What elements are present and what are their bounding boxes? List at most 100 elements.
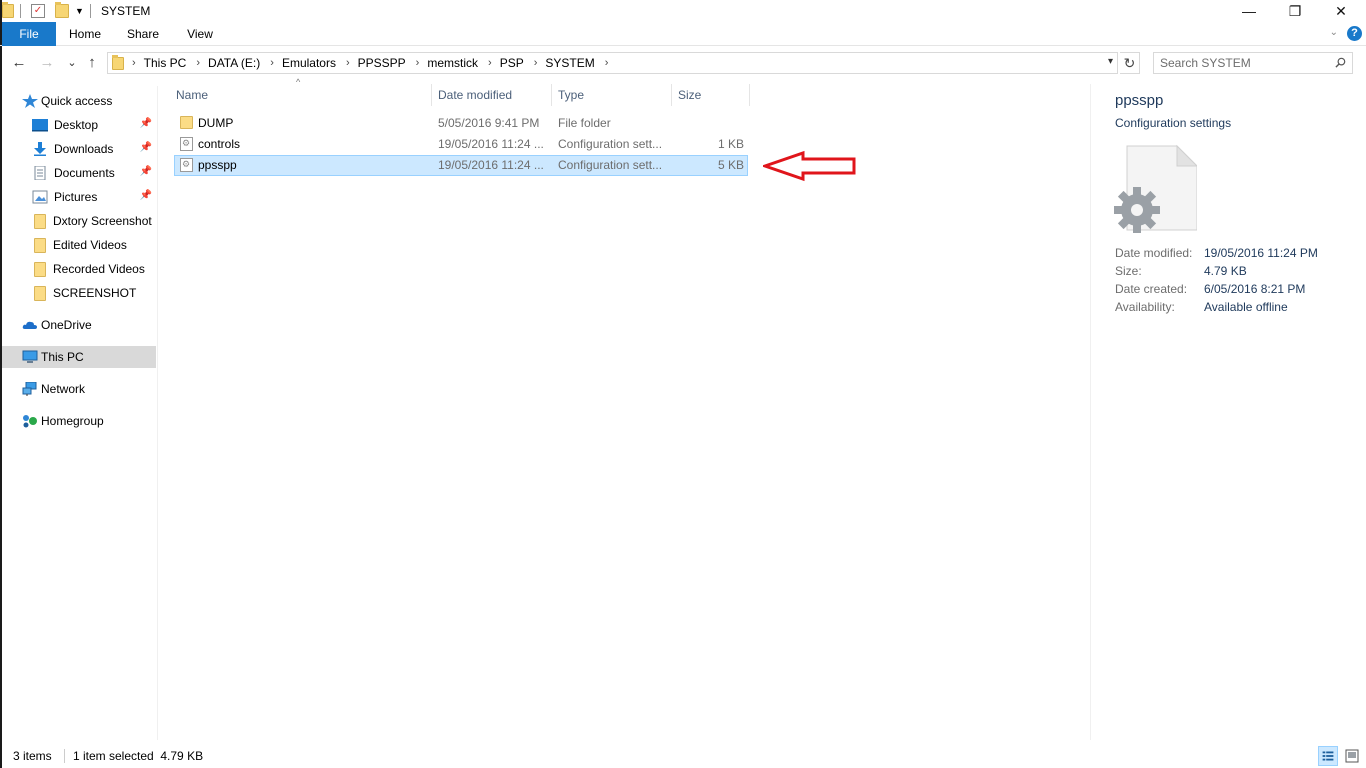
column-header-type[interactable]: Type: [552, 84, 672, 106]
address-bar[interactable]: › This PC › DATA (E:) › Emulators › PPSS…: [107, 52, 1118, 74]
tab-file[interactable]: File: [2, 22, 56, 46]
forward-button[interactable]: →: [37, 52, 57, 74]
sidebar-item-label: Dxtory Screenshot: [53, 214, 152, 228]
pin-icon[interactable]: 📌: [140, 190, 152, 201]
folder-icon: [112, 54, 124, 70]
onedrive-icon: [22, 321, 37, 329]
details-pane: ppsspp Configuration settings Date modif…: [1090, 84, 1366, 740]
sidebar-item-label: OneDrive: [41, 318, 92, 332]
file-date-modified: 19/05/2016 11:24 ...: [438, 137, 544, 151]
large-icons-view-icon[interactable]: [1342, 746, 1362, 766]
status-divider: [64, 749, 65, 763]
sidebar-item-dxtory-screenshot[interactable]: Dxtory Screenshot: [34, 210, 156, 232]
sidebar-item-downloads[interactable]: Downloads 📌: [32, 138, 156, 160]
sidebar-item-recorded-videos[interactable]: Recorded Videos: [34, 258, 156, 280]
folder-icon: [34, 237, 46, 253]
column-header-name[interactable]: Name: [170, 84, 432, 106]
chevron-right-icon[interactable]: ›: [196, 57, 200, 69]
breadcrumb-ppsspp[interactable]: PPSSPP: [358, 56, 406, 70]
breadcrumb-memstick[interactable]: memstick: [427, 56, 478, 70]
folder-icon: [34, 285, 46, 301]
chevron-down-icon[interactable]: ▾: [1108, 56, 1113, 67]
sidebar-item-network[interactable]: Network: [22, 378, 156, 400]
breadcrumb-psp[interactable]: PSP: [500, 56, 524, 70]
breadcrumb-emulators[interactable]: Emulators: [282, 56, 336, 70]
close-button[interactable]: ✕: [1318, 0, 1364, 22]
details-view-icon[interactable]: [1318, 746, 1338, 766]
help-icon[interactable]: ?: [1347, 26, 1362, 41]
customize-toolbar-icon[interactable]: ▼: [75, 6, 84, 16]
sidebar-item-homegroup[interactable]: Homegroup: [22, 410, 156, 432]
sidebar-item-documents[interactable]: Documents 📌: [32, 162, 156, 184]
chevron-right-icon[interactable]: ›: [488, 57, 492, 69]
sidebar-item-label: Desktop: [54, 118, 99, 132]
sidebar-item-label: Network: [41, 382, 86, 396]
detail-value-date-modified: 19/05/2016 11:24 PM: [1204, 246, 1318, 260]
search-input[interactable]: [1154, 53, 1324, 73]
pin-icon[interactable]: 📌: [140, 142, 152, 153]
tab-share[interactable]: Share: [124, 22, 162, 46]
file-row-controls[interactable]: controls 19/05/2016 11:24 ... Configurat…: [174, 134, 748, 155]
breadcrumb: › This PC › DATA (E:) › Emulators › PPSS…: [132, 56, 616, 70]
detail-value-date-created: 6/05/2016 8:21 PM: [1204, 282, 1306, 296]
star-icon: [22, 94, 38, 108]
details-subtitle: Configuration settings: [1115, 116, 1232, 130]
detail-label-availability: Availability:: [1115, 300, 1175, 314]
toolbar-divider: [20, 4, 21, 18]
status-selection: 1 item selected 4.79 KB: [73, 749, 204, 763]
file-name: controls: [198, 137, 241, 151]
sidebar-item-pictures[interactable]: Pictures 📌: [32, 186, 156, 208]
properties-icon[interactable]: ✓: [31, 4, 45, 18]
breadcrumb-this-pc[interactable]: This PC: [144, 56, 187, 70]
tab-home[interactable]: Home: [66, 22, 104, 46]
window-title: SYSTEM: [101, 4, 151, 18]
pin-icon[interactable]: 📌: [140, 166, 152, 177]
chevron-right-icon[interactable]: ›: [534, 57, 538, 69]
folder-icon: [34, 213, 46, 229]
chevron-right-icon[interactable]: ›: [605, 57, 609, 69]
sidebar-item-edited-videos[interactable]: Edited Videos: [34, 234, 156, 256]
up-button[interactable]: ↑: [82, 52, 102, 74]
status-item-count: 3 items: [13, 749, 52, 763]
chevron-right-icon[interactable]: ›: [132, 57, 136, 69]
new-folder-icon[interactable]: [55, 2, 69, 18]
chevron-right-icon[interactable]: ›: [270, 57, 274, 69]
network-icon: [22, 382, 37, 396]
breadcrumb-system[interactable]: SYSTEM: [545, 56, 594, 70]
minimize-button[interactable]: —: [1226, 0, 1272, 22]
detail-label-date-created: Date created:: [1115, 282, 1188, 296]
file-name: DUMP: [198, 116, 234, 130]
file-type: Configuration sett...: [558, 137, 663, 151]
detail-label-size: Size:: [1115, 264, 1142, 278]
details-title: ppsspp: [1115, 92, 1164, 109]
file-row-dump[interactable]: DUMP 5/05/2016 9:41 PM File folder: [174, 113, 748, 134]
chevron-right-icon[interactable]: ›: [346, 57, 350, 69]
title-bar: ✓ ▼ SYSTEM — ❐ ✕: [0, 0, 1366, 22]
file-row-ppsspp[interactable]: ppsspp 19/05/2016 11:24 ... Configuratio…: [174, 155, 748, 176]
column-header-size[interactable]: Size: [672, 84, 750, 106]
search-box[interactable]: [1153, 52, 1353, 74]
sidebar-item-label: SCREENSHOT: [53, 286, 137, 300]
refresh-button[interactable]: ↻: [1120, 52, 1140, 74]
config-file-icon: [180, 137, 193, 151]
sidebar-item-onedrive[interactable]: OneDrive: [22, 314, 156, 336]
pin-icon[interactable]: 📌: [140, 118, 152, 129]
back-button[interactable]: ←: [9, 52, 29, 74]
sidebar-item-desktop[interactable]: Desktop 📌: [32, 114, 156, 136]
sidebar-item-this-pc[interactable]: This PC: [2, 346, 156, 368]
status-bar: 3 items 1 item selected 4.79 KB: [0, 744, 1366, 768]
recent-locations-button[interactable]: ⌄: [62, 52, 82, 74]
chevron-right-icon[interactable]: ›: [416, 57, 420, 69]
restore-button[interactable]: ❐: [1272, 0, 1318, 22]
sidebar-item-label: Documents: [54, 166, 115, 180]
column-header-date-modified[interactable]: Date modified: [432, 84, 552, 106]
tab-view[interactable]: View: [181, 22, 219, 46]
red-arrow-annotation: [763, 150, 856, 182]
breadcrumb-data-drive[interactable]: DATA (E:): [208, 56, 260, 70]
pictures-icon: [32, 190, 48, 204]
sidebar-item-quick-access[interactable]: Quick access: [22, 90, 156, 112]
search-icon[interactable]: [1335, 57, 1346, 68]
expand-ribbon-icon[interactable]: ⌄: [1330, 27, 1338, 38]
sidebar-item-screenshot[interactable]: SCREENSHOT: [34, 282, 156, 304]
detail-value-size: 4.79 KB: [1204, 264, 1247, 278]
